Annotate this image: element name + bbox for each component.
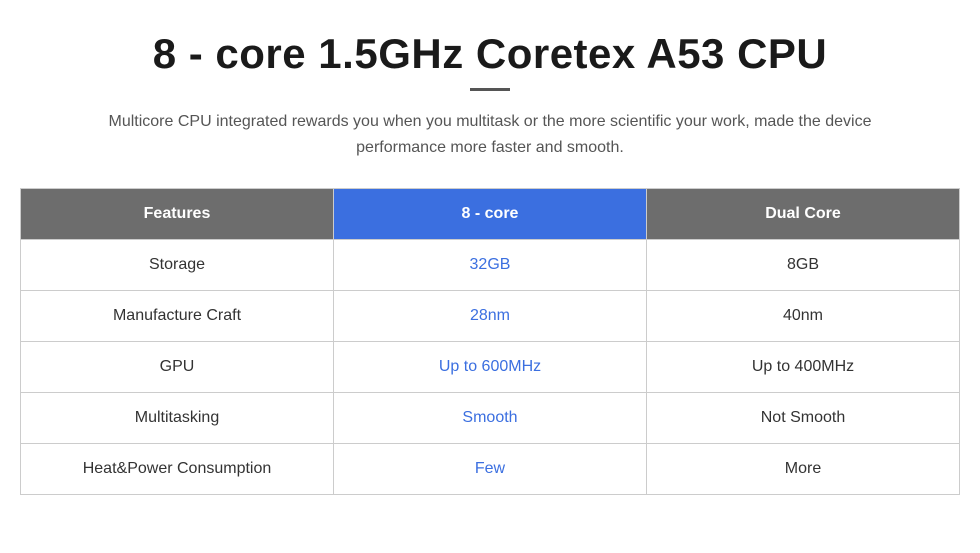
comparison-table: Features 8 - core Dual Core Storage32GB8… xyxy=(20,188,960,495)
feature-label: Manufacture Craft xyxy=(21,291,334,342)
8core-value: Up to 600MHz xyxy=(334,342,647,393)
feature-label: Multitasking xyxy=(21,393,334,444)
dual-value: 8GB xyxy=(647,240,960,291)
dual-value: Up to 400MHz xyxy=(647,342,960,393)
table-row: Manufacture Craft28nm40nm xyxy=(21,291,960,342)
table-row: Storage32GB8GB xyxy=(21,240,960,291)
table-row: MultitaskingSmoothNot Smooth xyxy=(21,393,960,444)
page-subtitle: Multicore CPU integrated rewards you whe… xyxy=(80,109,900,160)
feature-label: GPU xyxy=(21,342,334,393)
header-features: Features xyxy=(21,189,334,240)
8core-value: 28nm xyxy=(334,291,647,342)
page-title: 8 - core 1.5GHz Coretex A53 CPU xyxy=(153,30,828,78)
title-divider xyxy=(470,88,510,91)
feature-label: Storage xyxy=(21,240,334,291)
feature-label: Heat&Power Consumption xyxy=(21,444,334,495)
dual-value: 40nm xyxy=(647,291,960,342)
8core-value: Smooth xyxy=(334,393,647,444)
dual-value: Not Smooth xyxy=(647,393,960,444)
header-8core: 8 - core xyxy=(334,189,647,240)
8core-value: 32GB xyxy=(334,240,647,291)
header-dual: Dual Core xyxy=(647,189,960,240)
table-row: GPUUp to 600MHzUp to 400MHz xyxy=(21,342,960,393)
table-row: Heat&Power ConsumptionFewMore xyxy=(21,444,960,495)
dual-value: More xyxy=(647,444,960,495)
8core-value: Few xyxy=(334,444,647,495)
